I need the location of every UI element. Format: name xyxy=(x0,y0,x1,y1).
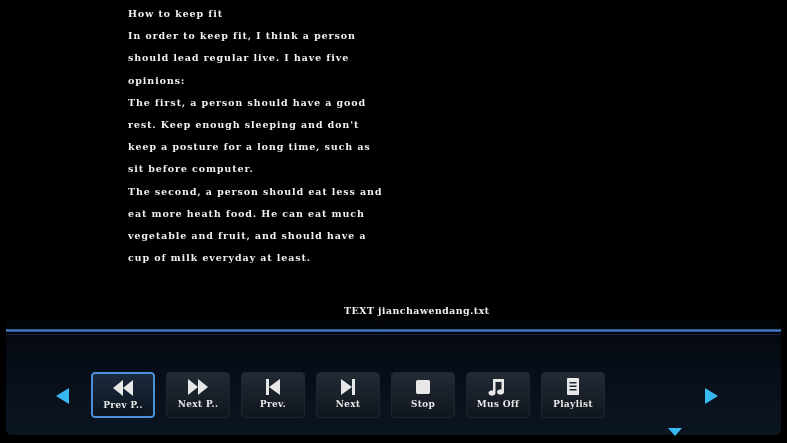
file-name-label: TEXT jianchawendang.txt xyxy=(344,306,490,317)
text-line: In order to keep fit, I think a person xyxy=(128,31,356,43)
music-off-button[interactable]: Mus Off xyxy=(466,372,530,418)
text-line: cup of milk everyday at least. xyxy=(128,253,311,265)
text-line: should lead regular live. I have five xyxy=(128,53,350,65)
scroll-left-arrow-icon[interactable] xyxy=(56,388,70,404)
fast-forward-icon xyxy=(167,376,229,400)
scroll-right-arrow-icon[interactable] xyxy=(704,388,718,404)
text-line: opinions: xyxy=(128,75,186,87)
divider-line xyxy=(6,329,781,332)
scroll-down-arrow-icon[interactable] xyxy=(668,428,682,436)
text-line: sit before computer. xyxy=(128,164,254,176)
rewind-icon xyxy=(93,377,153,401)
document-text: How to keep fit In order to keep fit, I … xyxy=(128,4,588,270)
text-line: eat more heath food. He can eat much xyxy=(128,208,365,220)
prev-page-button[interactable]: Prev P.. xyxy=(91,372,155,418)
playback-toolbar: Prev P.. Next P.. Prev. Next Stop Mus Of… xyxy=(0,368,787,422)
stop-icon xyxy=(392,376,454,400)
stop-button[interactable]: Stop xyxy=(391,372,455,418)
text-line: rest. Keep enough sleeping and don't xyxy=(128,119,360,131)
next-file-label: Next xyxy=(335,400,361,410)
prev-file-label: Prev. xyxy=(259,400,287,410)
playlist-label: Playlist xyxy=(553,400,593,410)
next-page-label: Next P.. xyxy=(177,400,219,410)
text-line: The second, a person should eat less and xyxy=(128,186,383,198)
skip-previous-icon xyxy=(242,376,304,400)
next-file-button[interactable]: Next xyxy=(316,372,380,418)
next-page-button[interactable]: Next P.. xyxy=(166,372,230,418)
text-line: The first, a person should have a good xyxy=(128,97,367,109)
music-note-icon xyxy=(467,376,529,400)
stop-label: Stop xyxy=(410,400,436,410)
text-line-title: How to keep fit xyxy=(128,9,224,20)
divider-shadow xyxy=(6,334,781,335)
text-line: vegetable and fruit, and should have a xyxy=(128,230,367,242)
playlist-button[interactable]: Playlist xyxy=(541,372,605,418)
music-off-label: Mus Off xyxy=(476,400,520,410)
prev-page-label: Prev P.. xyxy=(103,401,143,411)
text-line: keep a posture for a long time, such as xyxy=(128,142,371,154)
prev-file-button[interactable]: Prev. xyxy=(241,372,305,418)
playlist-icon xyxy=(542,376,604,400)
text-viewer-screen: How to keep fit In order to keep fit, I … xyxy=(0,0,787,443)
skip-next-icon xyxy=(317,376,379,400)
